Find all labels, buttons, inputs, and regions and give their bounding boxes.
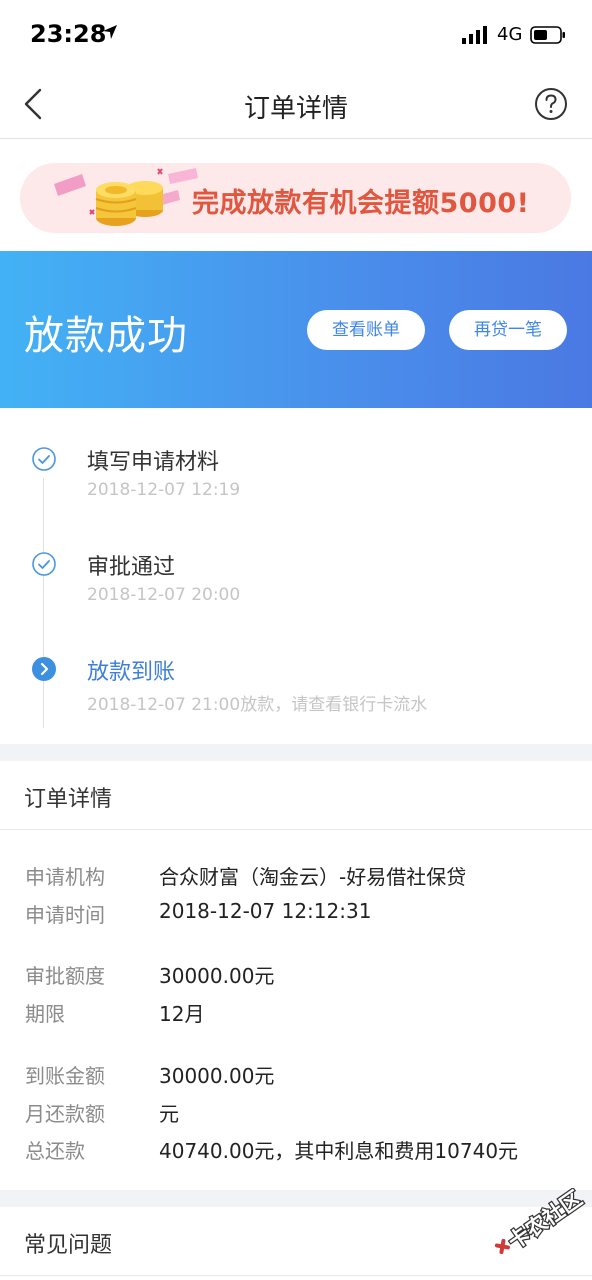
section-divider (0, 744, 592, 761)
detail-label: 月还款额 (25, 1102, 105, 1126)
step-time: 2018-12-07 12:19 (87, 480, 241, 500)
detail-label: 申请时间 (25, 903, 105, 927)
help-icon[interactable] (534, 87, 568, 121)
nav-bar: 订单详情 (0, 70, 592, 139)
promo-banner[interactable]: 完成放款有机会提额5000! (20, 163, 571, 233)
promo-text: 完成放款有机会提额5000! (192, 188, 530, 219)
arrow-circle-icon (32, 657, 56, 681)
location-arrow-icon (103, 25, 117, 39)
network-type: 4G (497, 24, 523, 45)
watermark-text: 卡农社区 (504, 1188, 587, 1254)
detail-value: 40740.00元，其中利息和费用10740元 (159, 1139, 519, 1163)
status-time: 23:28 (30, 20, 107, 48)
check-circle-icon (32, 447, 56, 471)
status-title: 放款成功 (24, 313, 188, 359)
page-title: 订单详情 (243, 94, 348, 124)
step-time: 2018-12-07 20:00 (87, 585, 241, 605)
detail-value: 2018-12-07 12:12:31 (159, 899, 372, 923)
signal-icon (462, 26, 487, 44)
step-title-current: 放款到账 (87, 660, 176, 685)
battery-icon (530, 26, 565, 44)
section-title: 订单详情 (24, 787, 113, 812)
progress-timeline: 填写申请材料 2018-12-07 12:19 审批通过 2018-12-07 … (0, 408, 592, 744)
step-title: 审批通过 (87, 555, 176, 580)
detail-label: 申请机构 (25, 865, 105, 889)
detail-value: 12月 (159, 1002, 205, 1026)
detail-label: 期限 (25, 1002, 65, 1026)
status-bar: 23:28 4G (0, 0, 592, 70)
section-title: 常见问题 (24, 1233, 113, 1258)
detail-value: 30000.00元 (159, 1064, 275, 1088)
coins-icon (54, 168, 198, 226)
detail-value: 30000.00元 (159, 964, 275, 988)
check-circle-icon (32, 552, 56, 576)
detail-value: 合众财富（淘金云）-好易借社保贷 (159, 865, 467, 889)
timeline-line (43, 478, 44, 728)
step-time: 2018-12-07 21:00放款，请查看银行卡流水 (87, 695, 428, 715)
status-banner: 放款成功 查看账单 再贷一笔 (0, 251, 592, 408)
detail-label: 总还款 (25, 1139, 85, 1163)
order-details-header: 订单详情 (0, 761, 592, 830)
view-bill-button[interactable]: 查看账单 (307, 310, 425, 350)
borrow-again-button[interactable]: 再贷一笔 (449, 310, 567, 350)
detail-label: 审批额度 (25, 964, 105, 988)
detail-label: 到账金额 (25, 1064, 105, 1088)
detail-value: 元 (159, 1102, 179, 1126)
step-title: 填写申请材料 (87, 450, 220, 475)
watermark-logo: 卡农社区 (494, 1188, 588, 1255)
